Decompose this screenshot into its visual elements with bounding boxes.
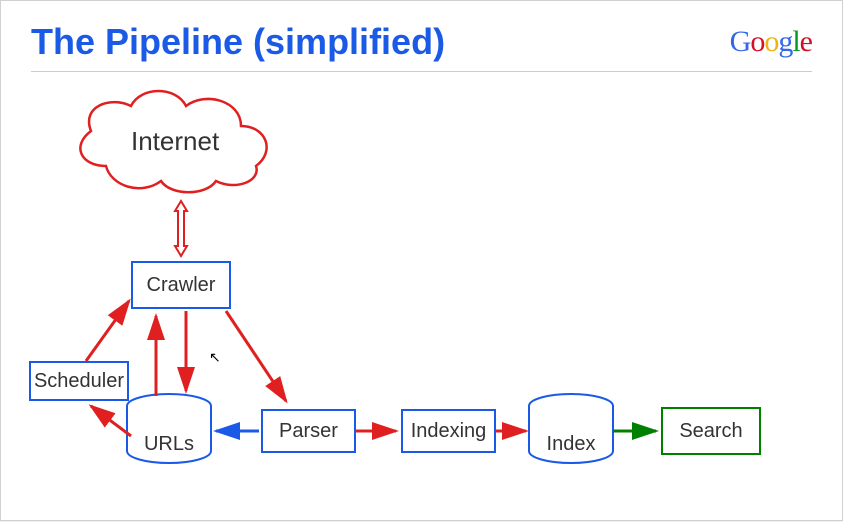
logo-letter-l: l xyxy=(792,25,799,58)
slide-container: The Pipeline (simplified) Google xyxy=(0,0,843,521)
node-indexing: Indexing xyxy=(401,409,496,453)
logo-letter-o1: o xyxy=(750,25,764,58)
node-parser-label: Parser xyxy=(279,420,338,443)
node-indexing-label: Indexing xyxy=(411,420,487,443)
node-index: Index xyxy=(529,411,613,461)
slide-title: The Pipeline (simplified) xyxy=(31,21,445,63)
cursor-icon: ↖ xyxy=(209,349,221,366)
arrow-scheduler-crawler xyxy=(86,301,129,361)
arrow-internet-crawler xyxy=(175,201,187,256)
node-search-label: Search xyxy=(679,420,742,443)
diagram-canvas: Internet Crawler Scheduler URLs Parser I… xyxy=(1,71,843,522)
node-scheduler: Scheduler xyxy=(29,361,129,401)
node-crawler: Crawler xyxy=(131,261,231,309)
node-parser: Parser xyxy=(261,409,356,453)
logo-letter-g2: g xyxy=(778,25,792,58)
node-search: Search xyxy=(661,407,761,455)
logo-letter-g1: G xyxy=(730,25,751,58)
node-crawler-label: Crawler xyxy=(147,274,216,297)
node-internet: Internet xyxy=(131,126,219,157)
node-urls: URLs xyxy=(127,411,211,461)
logo-letter-e: e xyxy=(800,25,812,58)
node-scheduler-label: Scheduler xyxy=(34,370,124,393)
logo-letter-o2: o xyxy=(764,25,778,58)
google-logo: Google xyxy=(730,25,812,59)
slide-header: The Pipeline (simplified) Google xyxy=(31,21,812,72)
arrow-urls-scheduler xyxy=(91,406,131,436)
node-urls-label: URLs xyxy=(144,433,194,456)
node-index-label: Index xyxy=(547,433,596,456)
arrow-crawler-parser xyxy=(226,311,286,401)
